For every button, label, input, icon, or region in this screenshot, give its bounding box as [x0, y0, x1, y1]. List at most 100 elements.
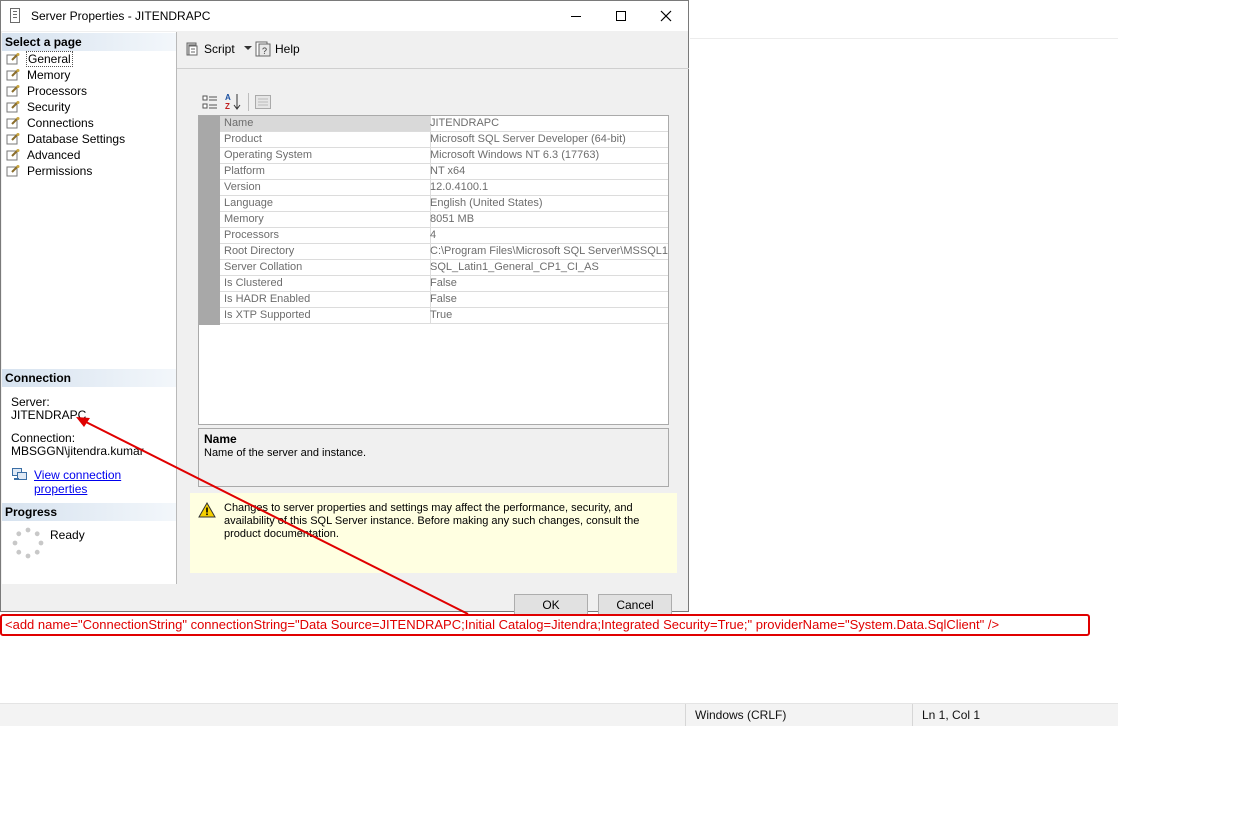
- page-label: Memory: [27, 68, 71, 82]
- property-name: Operating System: [220, 148, 431, 164]
- property-name: Product: [220, 132, 431, 148]
- property-value: True: [427, 308, 668, 324]
- property-name: Memory: [220, 212, 431, 228]
- property-name: Root Directory: [220, 244, 431, 260]
- script-icon: [186, 42, 198, 56]
- property-row[interactable]: Version 12.0.4100.1: [220, 180, 668, 196]
- title-bar[interactable]: Server Properties - JITENDRAPC: [1, 1, 688, 31]
- warning-panel: Changes to server properties and setting…: [190, 493, 677, 573]
- help-button[interactable]: ? Help: [255, 41, 305, 57]
- maximize-icon: [616, 11, 626, 21]
- property-row[interactable]: Processors 4: [220, 228, 668, 244]
- wrench-page-icon: [6, 133, 20, 145]
- progress-spinner-icon: [12, 527, 44, 559]
- page-label: General: [26, 51, 73, 67]
- property-row[interactable]: Root Directory C:\Program Files\Microsoft…: [220, 244, 668, 260]
- property-name: Is Clustered: [220, 276, 431, 292]
- property-name: Name: [220, 116, 431, 132]
- cursor-position-status[interactable]: Ln 1, Col 1: [912, 704, 1122, 726]
- wrench-page-icon: [6, 101, 20, 113]
- wrench-page-icon: [6, 117, 20, 129]
- property-pages-icon[interactable]: [255, 95, 271, 109]
- property-value: 12.0.4100.1: [427, 180, 668, 196]
- property-value: NT x64: [427, 164, 668, 180]
- property-grid: Name JITENDRAPC Product Microsoft SQL Serve…: [198, 115, 669, 425]
- dialog-toolbar: Script ? Help: [178, 34, 688, 65]
- maximize-button[interactable]: [598, 1, 644, 31]
- property-name: Version: [220, 180, 431, 196]
- page-label: Security: [27, 100, 71, 114]
- page-label: Advanced: [27, 148, 81, 162]
- document-icon: [10, 8, 20, 23]
- help-icon: ?: [255, 41, 271, 57]
- svg-text:A: A: [225, 93, 231, 102]
- property-row[interactable]: Platform NT x64: [220, 164, 668, 180]
- property-row[interactable]: Name JITENDRAPC: [220, 116, 668, 132]
- left-pane: Select a page General Memory Processors …: [2, 32, 177, 584]
- select-page-header: Select a page: [2, 33, 176, 51]
- page-label: Permissions: [27, 164, 93, 178]
- connection-properties-icon: [12, 468, 27, 480]
- server-properties-dialog: Server Properties - JITENDRAPC Select a …: [0, 0, 689, 616]
- connection-header: Connection: [2, 369, 176, 387]
- grid-gutter: [199, 116, 220, 325]
- help-label: Help: [275, 42, 300, 56]
- progress-header: Progress: [2, 503, 176, 521]
- connection-value: MBSGGN\jitendra.kumar: [11, 444, 144, 458]
- property-row[interactable]: Operating System Microsoft Windows NT 6.3…: [220, 148, 668, 164]
- description-title: Name: [204, 432, 237, 446]
- progress-status: Ready: [50, 528, 85, 542]
- window-title: Server Properties - JITENDRAPC: [31, 9, 211, 23]
- page-label: Connections: [27, 116, 94, 130]
- property-value: False: [427, 292, 668, 308]
- svg-text:?: ?: [262, 46, 267, 56]
- property-name: Server Collation: [220, 260, 431, 276]
- property-row[interactable]: Is HADR Enabled False: [220, 292, 668, 308]
- view-connection-properties-link[interactable]: View connection properties: [34, 468, 176, 496]
- wrench-page-icon: [6, 53, 20, 65]
- toolbar-separator: [248, 93, 249, 111]
- line-ending-status[interactable]: Windows (CRLF): [685, 704, 915, 726]
- warning-text: Changes to server properties and setting…: [224, 502, 640, 540]
- wrench-page-icon: [6, 165, 20, 177]
- ok-button[interactable]: OK: [514, 594, 588, 616]
- wrench-page-icon: [6, 85, 20, 97]
- wrench-page-icon: [6, 149, 20, 161]
- property-name: Is XTP Supported: [220, 308, 431, 324]
- property-row[interactable]: Is XTP Supported True: [220, 308, 668, 324]
- connection-string-annotation: <add name="ConnectionString" connectionS…: [0, 614, 1090, 636]
- close-icon: [660, 10, 672, 22]
- property-value: 8051 MB: [427, 212, 668, 228]
- property-name: Processors: [220, 228, 431, 244]
- property-value: C:\Program Files\Microsoft SQL Server\MS…: [427, 244, 668, 260]
- minimize-button[interactable]: [553, 1, 599, 31]
- property-row[interactable]: Language English (United States): [220, 196, 668, 212]
- property-row[interactable]: Product Microsoft SQL Server Developer (6…: [220, 132, 668, 148]
- property-value: SQL_Latin1_General_CP1_CI_AS: [427, 260, 668, 276]
- description-text: Name of the server and instance.: [204, 447, 367, 459]
- script-button[interactable]: Script: [184, 41, 254, 57]
- property-value: 4: [427, 228, 668, 244]
- script-label: Script: [204, 42, 235, 56]
- property-value: JITENDRAPC: [427, 116, 668, 132]
- warning-icon: [198, 502, 216, 518]
- property-row[interactable]: Memory 8051 MB: [220, 212, 668, 228]
- page-label: Database Settings: [27, 132, 126, 146]
- wrench-page-icon: [6, 69, 20, 81]
- chevron-down-icon: [244, 46, 252, 50]
- description-panel: Name Name of the server and instance.: [198, 428, 669, 487]
- sort-alphabetical-icon[interactable]: A Z: [225, 92, 243, 112]
- property-value: Microsoft SQL Server Developer (64-bit): [427, 132, 668, 148]
- property-value: English (United States): [427, 196, 668, 212]
- editor-statusbar: Windows (CRLF) Ln 1, Col 1: [0, 703, 1118, 726]
- close-button[interactable]: [643, 1, 689, 31]
- property-row[interactable]: Is Clustered False: [220, 276, 668, 292]
- minimize-icon: [571, 16, 581, 17]
- property-name: Platform: [220, 164, 431, 180]
- categorized-view-icon[interactable]: [202, 94, 218, 110]
- property-row[interactable]: Server Collation SQL_Latin1_General_CP1_C…: [220, 260, 668, 276]
- property-name: Is HADR Enabled: [220, 292, 431, 308]
- property-value: Microsoft Windows NT 6.3 (17763): [427, 148, 668, 164]
- page-label: Processors: [27, 84, 88, 98]
- cancel-button[interactable]: Cancel: [598, 594, 672, 616]
